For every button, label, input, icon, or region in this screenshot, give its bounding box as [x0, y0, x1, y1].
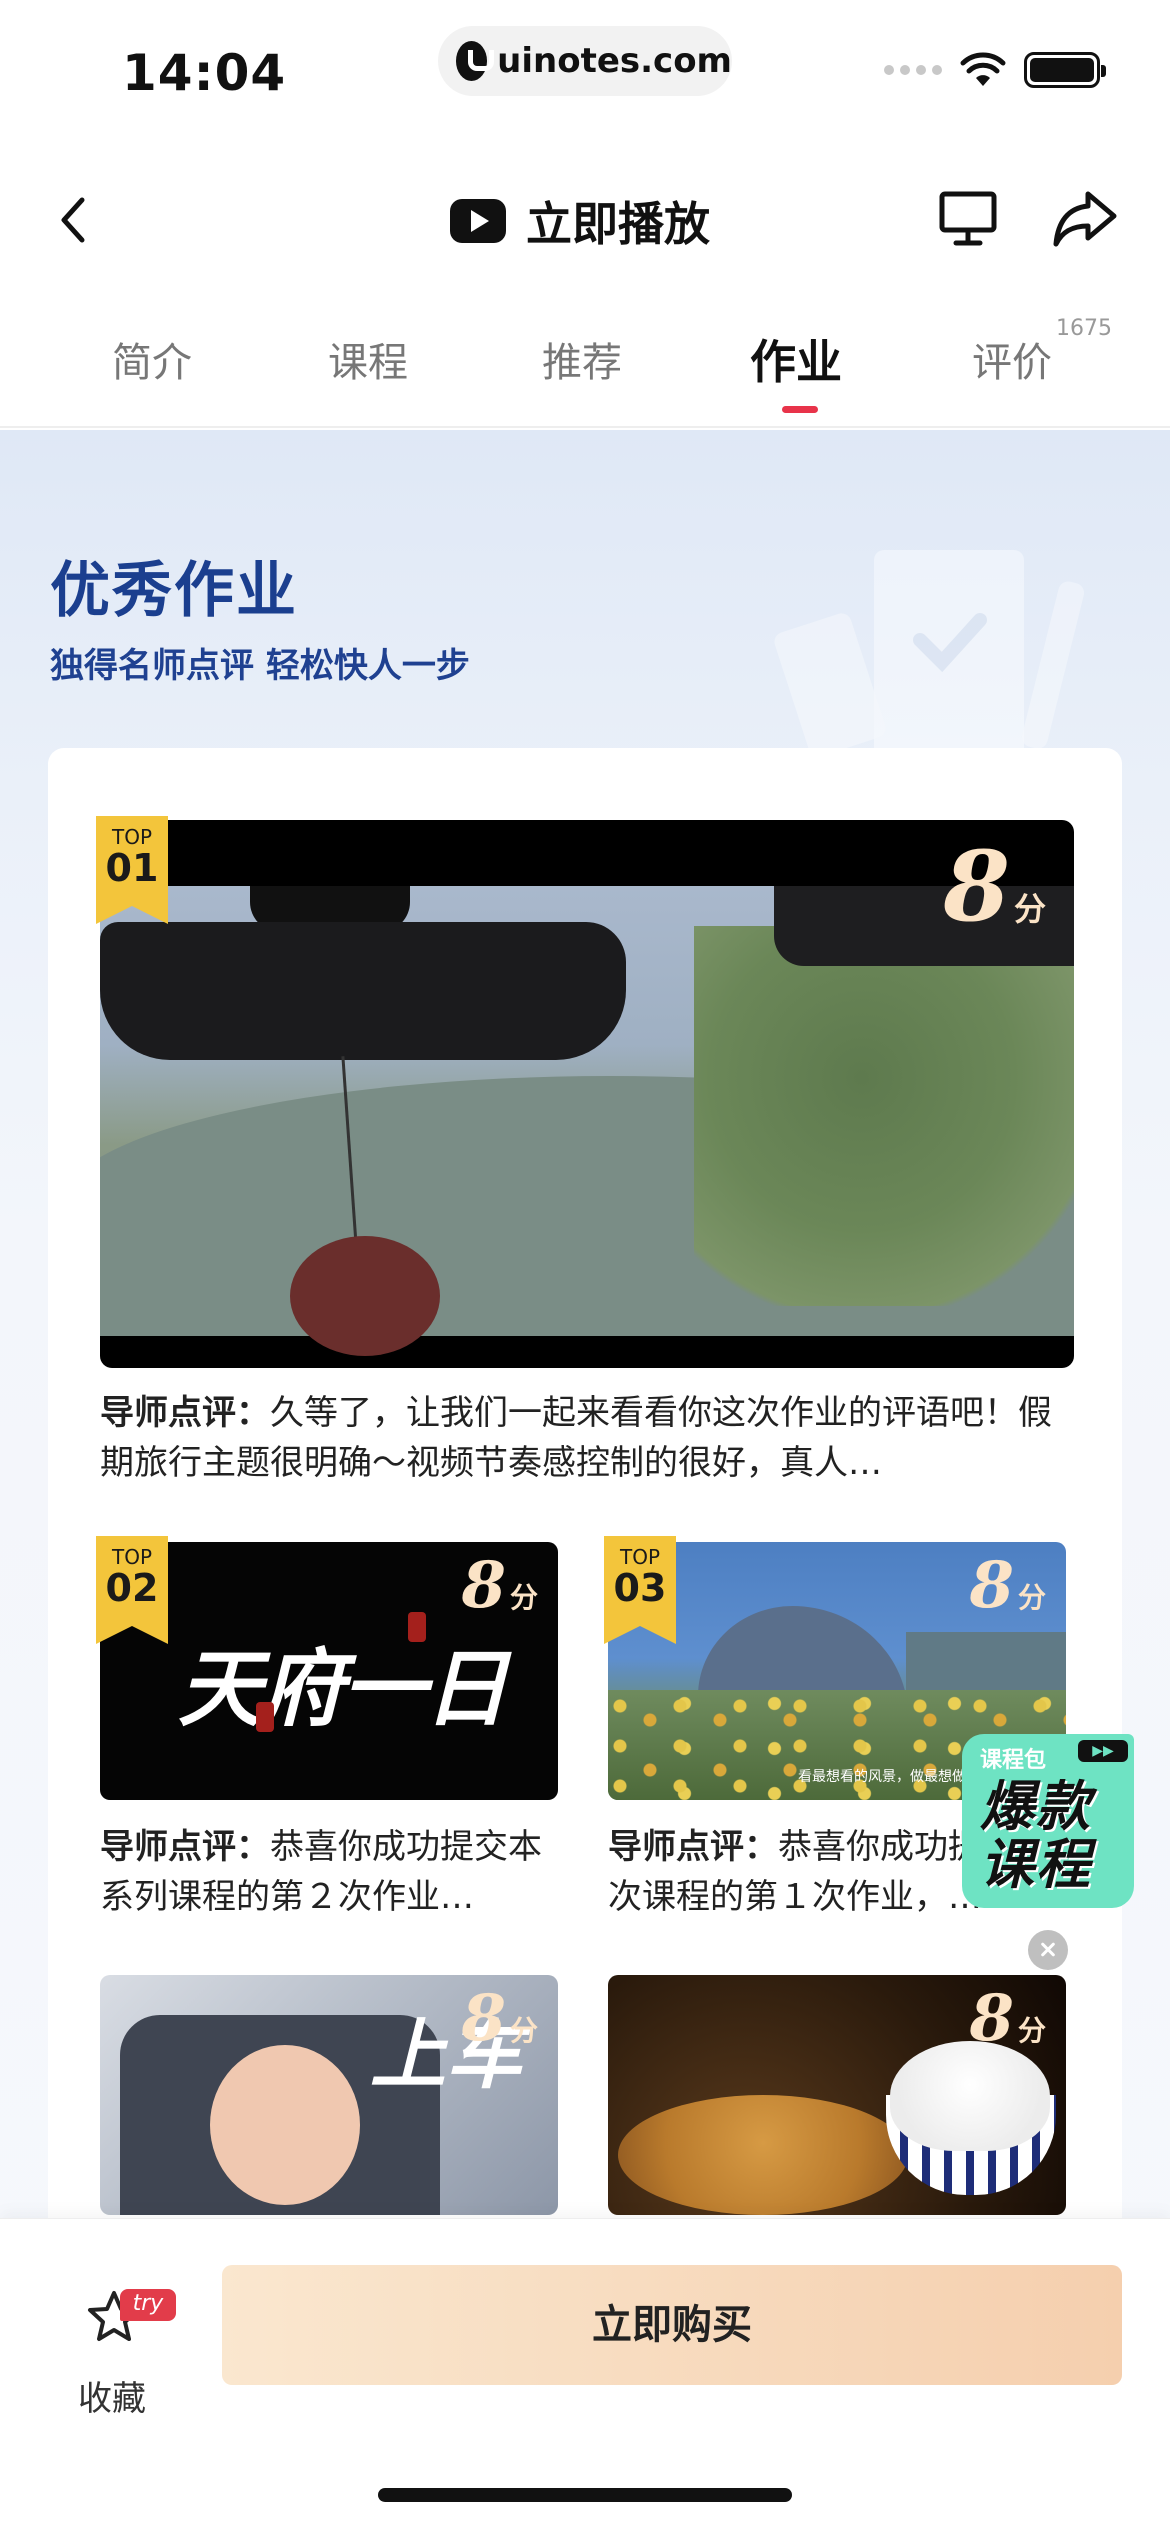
tab-intro[interactable]: 简介 [112, 330, 192, 388]
favorite-button[interactable]: try 收藏 [60, 2259, 180, 2419]
rank-badge: TOP 03 [604, 1536, 676, 1644]
score-label: 8分 [943, 830, 1046, 943]
thumbnail-title: 天府一日 [178, 1639, 508, 1738]
float-badge-title: 爆款 课程 [980, 1775, 1092, 1896]
homework-video-4[interactable]: 上车 8分 [100, 1975, 558, 2215]
status-time: 14:04 [122, 44, 287, 102]
site-logo-icon [456, 41, 495, 81]
mirror-image [100, 922, 626, 1060]
status-icons [884, 52, 1106, 88]
nav-bar: 立即播放 [0, 170, 1170, 270]
battery-icon [1024, 52, 1106, 88]
review-count-badge: 1675 [1056, 316, 1112, 341]
buy-now-button[interactable]: 立即购买 [222, 2265, 1122, 2385]
tab-course[interactable]: 课程 [328, 330, 408, 388]
tab-homework[interactable]: 作业 [750, 326, 842, 392]
signal-icon [884, 65, 942, 75]
thumbnail-caption: 看最想看的风景，做最想做的 [798, 1769, 980, 1785]
nav-title: 立即播放 [526, 197, 710, 251]
close-icon[interactable] [1028, 1930, 1068, 1970]
score-label: 8分 [969, 1548, 1046, 1623]
score-label: 8分 [969, 1981, 1046, 2056]
score-label: 8分 [461, 1548, 538, 1623]
home-indicator [378, 2488, 792, 2502]
score-label: 8分 [461, 1981, 538, 2056]
rank-badge: TOP 02 [96, 1536, 168, 1644]
homework-video-2[interactable]: 天府一日 8分 [100, 1542, 558, 1800]
baby-image [210, 2045, 360, 2205]
mentor-review[interactable]: 导师点评：久等了，让我们一起来看看你这次作业的评语吧！假期旅行主题很明确～视频节… [100, 1388, 1060, 1488]
float-badge-tag: 课程包 [980, 1748, 1047, 1773]
mentor-review[interactable]: 导师点评：恭喜你成功提交本系列课程的第２次作业… [100, 1822, 558, 1922]
tv-icon[interactable] [936, 186, 1000, 250]
section-subtitle: 独得名师点评 轻松快人一步 [50, 646, 470, 686]
tab-reviews[interactable]: 评价 [972, 330, 1052, 388]
homework-video-5[interactable]: 8分 [608, 1975, 1066, 2215]
rank-badge: TOP 01 [96, 816, 168, 924]
nav-title-group[interactable]: 立即播放 [450, 188, 710, 254]
try-badge: try [120, 2289, 176, 2321]
url-pill[interactable]: uinotes.com [438, 26, 732, 96]
food-dish-image [618, 2095, 908, 2215]
bottom-action-bar: try 收藏 立即购买 [0, 2218, 1170, 2532]
video-thumbnail [100, 886, 1074, 1356]
tab-active-indicator [782, 406, 818, 413]
wifi-icon [960, 52, 1006, 86]
favorite-label: 收藏 [78, 2379, 146, 2419]
url-text: uinotes.com [497, 41, 732, 81]
section-title: 优秀作业 [50, 556, 298, 626]
share-icon[interactable] [1050, 186, 1120, 250]
tab-bar: 简介 课程 推荐 作业 评价 1675 [0, 300, 1170, 428]
homework-video-1[interactable]: 8分 [100, 820, 1074, 1368]
play-icon [450, 199, 506, 243]
status-bar: 14:04 uinotes.com [0, 0, 1170, 150]
play-arrows-icon: ▶▶ [1078, 1740, 1128, 1762]
tab-recommend[interactable]: 推荐 [542, 330, 622, 388]
course-pack-float-button[interactable]: 课程包 ▶▶ 爆款 课程 [962, 1734, 1134, 1908]
back-icon[interactable] [46, 190, 106, 250]
